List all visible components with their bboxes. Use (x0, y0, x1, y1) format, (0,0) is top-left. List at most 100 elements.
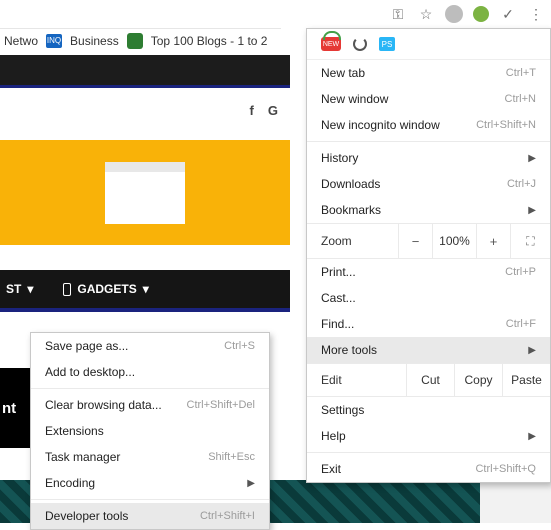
menu-label: Find... (321, 317, 354, 331)
shortcut: Ctrl+T (506, 67, 536, 79)
menu-find[interactable]: Find... Ctrl+F (307, 311, 550, 337)
menu-label: Downloads (321, 177, 380, 191)
footer-patch (480, 480, 551, 523)
edit-label: Edit (307, 373, 406, 387)
leaf-icon[interactable] (473, 6, 489, 22)
menu-downloads[interactable]: Downloads Ctrl+J (307, 171, 550, 197)
site-nav: ST ▾ GADGETS ▾ (0, 270, 290, 308)
menu-label: Clear browsing data... (45, 398, 162, 412)
globe-icon[interactable] (445, 5, 463, 23)
window-thumbnail (105, 162, 185, 224)
menu-exit[interactable]: Exit Ctrl+Shift+Q (307, 456, 550, 482)
google-icon[interactable]: G (268, 103, 278, 118)
menu-label: Add to desktop... (45, 365, 135, 379)
shortcut: Ctrl+P (505, 266, 536, 278)
nav-item-st[interactable]: ST ▾ (6, 282, 33, 296)
menu-label: Bookmarks (321, 203, 381, 217)
submenu-developer-tools[interactable]: Developer tools Ctrl+Shift+I (31, 503, 269, 529)
menu-label: Print... (321, 265, 356, 279)
shortcut: Ctrl+Shift+N (476, 119, 536, 131)
chevron-down-icon: ▾ (143, 282, 149, 296)
menu-label: Cast... (321, 291, 356, 305)
extensions-row: NEW PS (307, 29, 550, 60)
menu-settings[interactable]: Settings (307, 397, 550, 423)
menu-label: Encoding (45, 476, 95, 490)
header-strip (0, 55, 290, 85)
shortcut: Shift+Esc (208, 451, 255, 463)
bookmark-item[interactable]: Business (70, 34, 119, 48)
shortcut: Ctrl+N (505, 93, 536, 105)
menu-bookmarks[interactable]: Bookmarks ▶ (307, 197, 550, 223)
shortcut: Ctrl+Shift+Q (475, 463, 536, 475)
kebab-menu-icon[interactable]: ⋮ (527, 5, 545, 23)
copy-button[interactable]: Copy (454, 364, 502, 396)
blog-icon (127, 33, 143, 49)
menu-label: Settings (321, 403, 364, 417)
more-tools-submenu: Save page as... Ctrl+S Add to desktop...… (30, 332, 270, 530)
zoom-out-button[interactable]: − (398, 224, 432, 258)
menu-cast[interactable]: Cast... (307, 285, 550, 311)
extension-new-icon[interactable]: NEW (321, 37, 341, 51)
menu-label: New window (321, 92, 388, 106)
menu-new-tab[interactable]: New tab Ctrl+T (307, 60, 550, 86)
submenu-add-desktop[interactable]: Add to desktop... (31, 359, 269, 385)
phone-icon (63, 283, 71, 296)
submenu-task-manager[interactable]: Task manager Shift+Esc (31, 444, 269, 470)
menu-label: Task manager (45, 450, 120, 464)
menu-help[interactable]: Help ▶ (307, 423, 550, 449)
zoom-label: Zoom (307, 234, 398, 248)
fullscreen-icon (526, 234, 534, 249)
key-icon[interactable]: ⚿ (389, 5, 407, 23)
submenu-save-page[interactable]: Save page as... Ctrl+S (31, 333, 269, 359)
menu-print[interactable]: Print... Ctrl+P (307, 259, 550, 285)
social-row: f G (0, 95, 290, 125)
menu-zoom-row: Zoom − 100% + (307, 223, 550, 259)
menu-history[interactable]: History ▶ (307, 145, 550, 171)
menu-separator (31, 499, 269, 500)
fullscreen-button[interactable] (510, 224, 550, 258)
chrome-main-menu: NEW PS New tab Ctrl+T New window Ctrl+N … (306, 28, 551, 483)
extension-sync-icon[interactable] (353, 37, 367, 51)
shortcut: Ctrl+S (224, 340, 255, 352)
zoom-value: 100% (432, 224, 476, 258)
menu-more-tools[interactable]: More tools ▶ (307, 337, 550, 363)
paste-button[interactable]: Paste (502, 364, 550, 396)
star-icon[interactable]: ☆ (417, 5, 435, 23)
cut-button[interactable]: Cut (406, 364, 454, 396)
bookmarks-bar: Netwo INQ Business Top 100 Blogs - 1 to … (0, 28, 281, 52)
bookmark-item[interactable]: Top 100 Blogs - 1 to 2 (151, 34, 268, 48)
submenu-clear-data[interactable]: Clear browsing data... Ctrl+Shift+Del (31, 392, 269, 418)
menu-label: Extensions (45, 424, 104, 438)
nav-item-gadgets[interactable]: GADGETS ▾ (63, 282, 148, 296)
extension-ps-icon[interactable]: PS (379, 37, 395, 51)
menu-incognito[interactable]: New incognito window Ctrl+Shift+N (307, 112, 550, 138)
menu-label: Save page as... (45, 339, 128, 353)
menu-separator (307, 452, 550, 453)
separator (0, 85, 290, 88)
menu-label: Help (321, 429, 346, 443)
menu-label: Exit (321, 462, 341, 476)
shortcut: Ctrl+J (507, 178, 536, 190)
check-icon[interactable]: ✓ (499, 5, 517, 23)
chevron-down-icon: ▾ (27, 282, 33, 296)
menu-edit-row: Edit Cut Copy Paste (307, 363, 550, 397)
facebook-icon[interactable]: f (250, 103, 254, 118)
browser-toolbar: ⚿ ☆ ✓ ⋮ (389, 0, 551, 28)
tile-text: nt (2, 400, 16, 417)
shortcut: Ctrl+Shift+I (200, 510, 255, 522)
zoom-in-button[interactable]: + (476, 224, 510, 258)
menu-new-window[interactable]: New window Ctrl+N (307, 86, 550, 112)
menu-label: History (321, 151, 358, 165)
bookmark-item[interactable]: Netwo (4, 34, 38, 48)
shortcut: Ctrl+F (506, 318, 536, 330)
chevron-right-icon: ▶ (528, 205, 536, 216)
nav-label: ST (6, 282, 21, 296)
submenu-extensions[interactable]: Extensions (31, 418, 269, 444)
submenu-encoding[interactable]: Encoding ▶ (31, 470, 269, 496)
chevron-right-icon: ▶ (528, 431, 536, 442)
banner (0, 140, 290, 245)
nav-label: GADGETS (77, 282, 136, 296)
menu-separator (31, 388, 269, 389)
separator (0, 308, 290, 312)
menu-label: New tab (321, 66, 365, 80)
